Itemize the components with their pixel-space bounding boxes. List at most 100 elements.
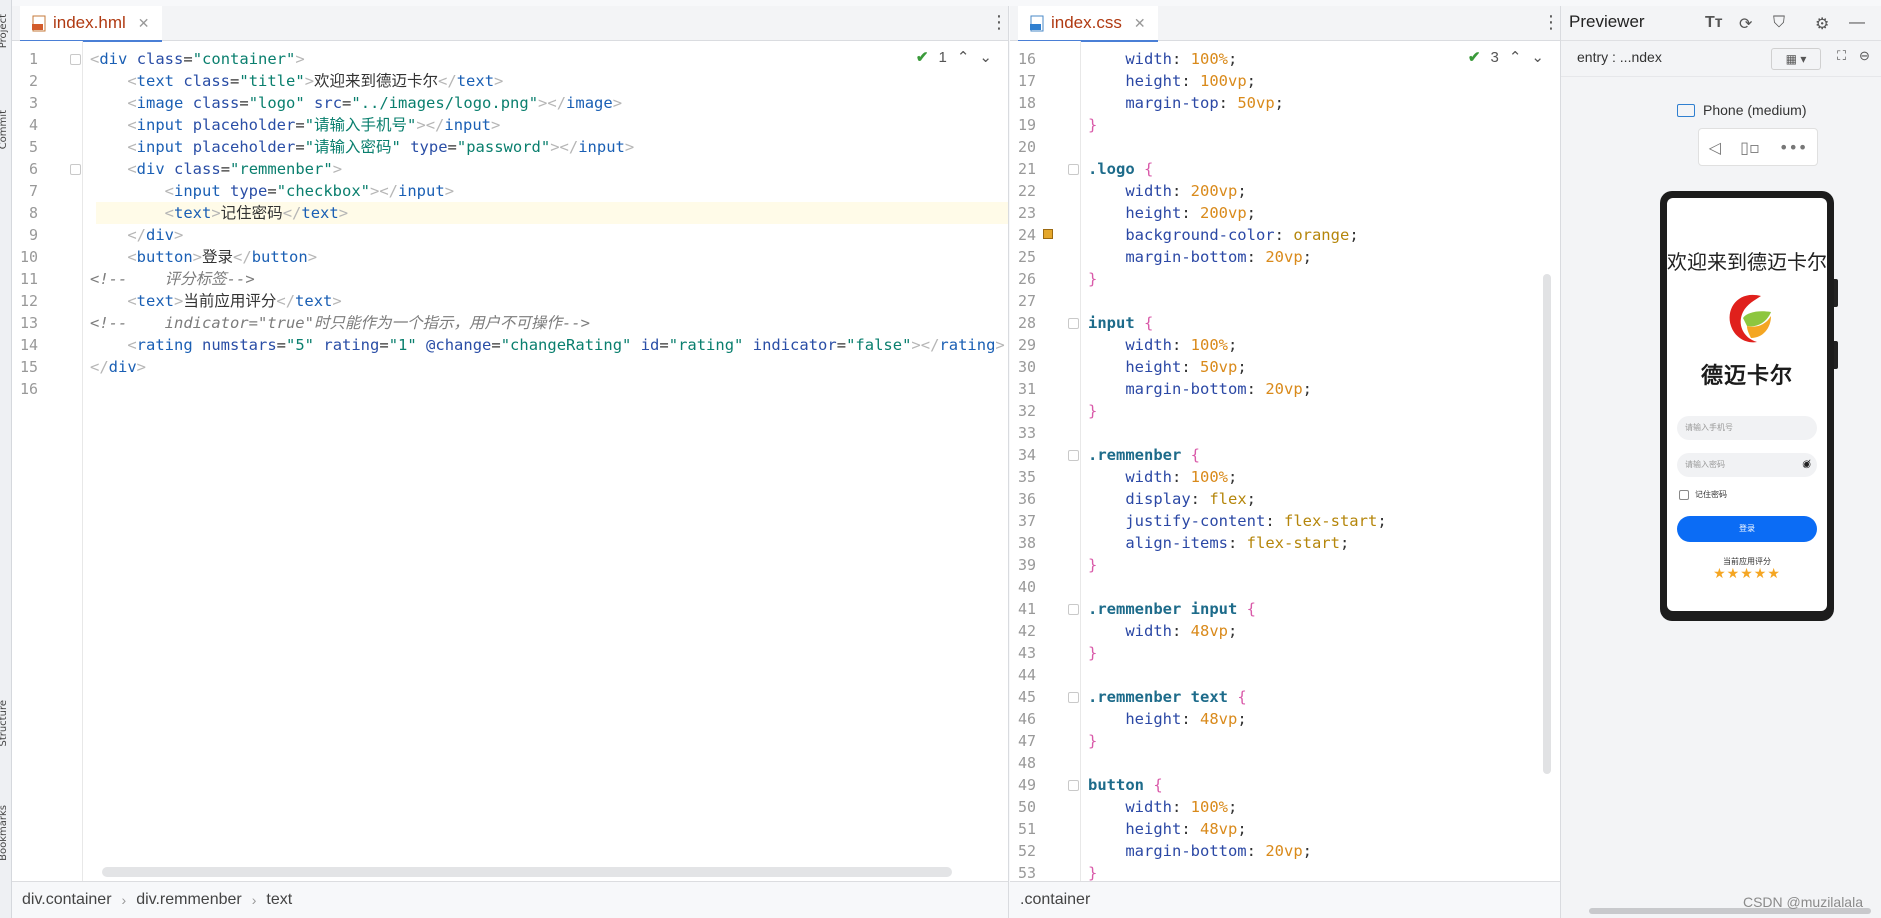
code-token: = <box>447 138 457 156</box>
more-icon[interactable]: ••• <box>1779 138 1807 157</box>
more-options-icon[interactable]: ⋮ <box>990 14 1008 32</box>
app-title: 欢迎来到德迈卡尔 <box>1667 250 1827 274</box>
chevron-down-icon[interactable]: ⌄ <box>979 48 992 66</box>
password-input[interactable]: 请输入密码 ◉̸ <box>1677 453 1817 477</box>
layout-dropdown[interactable]: ▦ ▾ <box>1771 48 1821 70</box>
inspector-icon[interactable]: ⛉ <box>1773 14 1785 32</box>
fold-toggle-icon[interactable] <box>70 54 81 65</box>
code-token: > <box>295 50 305 68</box>
line-number: 45 <box>1017 688 1036 706</box>
code-token: .remmenber text <box>1088 688 1228 706</box>
refresh-icon[interactable]: ⟳ <box>1739 14 1752 34</box>
fold-toggle-icon[interactable] <box>1068 780 1079 791</box>
code-token: input <box>578 138 625 156</box>
chevron-down-icon[interactable]: ⌄ <box>1531 48 1544 66</box>
fold-toggle-icon[interactable] <box>1068 318 1079 329</box>
rating-stars[interactable]: ★★★★★ <box>1667 566 1827 582</box>
login-button[interactable]: 登录 <box>1677 516 1817 542</box>
line-number: 35 <box>1017 468 1036 486</box>
fold-toggle-icon[interactable] <box>70 164 81 175</box>
line-number: 47 <box>1017 732 1036 750</box>
breadcrumb-item[interactable]: .container <box>1020 891 1090 909</box>
eye-off-icon[interactable]: ◉̸ <box>1802 453 1811 477</box>
phone-input[interactable]: 请输入手机号 <box>1677 416 1817 440</box>
font-size-icon[interactable]: Tт <box>1705 14 1723 32</box>
code-token: "false" <box>846 336 912 354</box>
more-options-icon[interactable]: ⋮ <box>1542 14 1560 32</box>
code-line: display: flex; <box>1088 488 1256 510</box>
code-line: margin-bottom: 20vp; <box>1088 378 1312 400</box>
previewer-panel: Previewer Tт ⟳ ⛉ ⚙ — entry : ...ndex ▦ ▾… <box>1561 6 1881 918</box>
fold-toggle-icon[interactable] <box>1068 604 1079 615</box>
line-number: 44 <box>1017 666 1036 684</box>
line-number: 22 <box>1017 182 1036 200</box>
breadcrumb-item[interactable]: div.remmenber <box>136 891 242 909</box>
watermark: CSDN @muzilalala <box>1742 894 1863 910</box>
line-number: 7 <box>28 182 38 200</box>
breadcrumb-item[interactable]: text <box>266 891 292 909</box>
code-token: : <box>1181 710 1200 728</box>
minimize-icon[interactable]: — <box>1849 14 1865 32</box>
tab-index-css[interactable]: index.css ✕ <box>1018 6 1158 42</box>
code-token: < <box>164 204 174 222</box>
line-number: 30 <box>1017 358 1036 376</box>
chevron-up-icon[interactable]: ⌃ <box>957 48 970 66</box>
back-triangle-icon[interactable]: ◁ <box>1709 138 1721 157</box>
inspection-widget[interactable]: ✔ 1 ⌃ ⌄ <box>916 48 992 67</box>
code-token: } <box>1088 270 1098 288</box>
code-token: width <box>1125 622 1172 640</box>
code-token: text <box>301 204 339 222</box>
fold-toggle-icon[interactable] <box>1068 692 1079 703</box>
code-token: "rating" <box>668 336 744 354</box>
breadcrumb: .container <box>1010 881 1560 918</box>
code-token: = <box>267 182 277 200</box>
code-token: ; <box>1228 798 1238 816</box>
tool-bookmarks-tab[interactable]: Bookmarks <box>0 805 9 861</box>
line-number: 12 <box>19 292 38 310</box>
tool-project-tab[interactable]: Project <box>0 14 9 48</box>
fold-toggle-icon[interactable] <box>1068 164 1079 175</box>
code-token: input <box>174 182 221 200</box>
code-line: height: 48vp; <box>1088 818 1246 840</box>
tool-structure-tab[interactable]: Structure <box>0 700 9 747</box>
entry-selector[interactable]: entry : ...ndex <box>1577 49 1662 65</box>
code-token: > <box>304 72 315 90</box>
zoom-icon[interactable]: ⊖ <box>1859 48 1870 64</box>
inspection-count: 1 <box>938 48 947 66</box>
fit-screen-icon[interactable]: ⛶ <box>1837 48 1846 64</box>
code-token: ; <box>1228 336 1238 354</box>
code-token: 100% <box>1190 468 1228 486</box>
code-token: text <box>174 204 212 222</box>
code-token: width <box>1125 798 1172 816</box>
vertical-scrollbar[interactable] <box>1543 274 1551 774</box>
horizontal-scrollbar[interactable] <box>102 867 952 877</box>
fold-toggle-icon[interactable] <box>1068 450 1079 461</box>
close-tab-icon[interactable]: ✕ <box>1134 15 1146 32</box>
code-line: } <box>1088 554 1097 576</box>
gear-icon[interactable]: ⚙ <box>1815 14 1829 34</box>
code-token: ; <box>1246 72 1257 90</box>
remember-checkbox[interactable] <box>1679 489 1689 500</box>
code-token: : <box>1246 380 1266 398</box>
code-token: = <box>295 116 305 134</box>
line-number: 37 <box>1017 512 1036 530</box>
inspection-widget[interactable]: ✔ 3 ⌃ ⌄ <box>1468 48 1544 67</box>
breadcrumb-item[interactable]: div.container <box>22 891 112 909</box>
line-number: 52 <box>1017 842 1036 860</box>
code-line: height: 100vp; <box>1088 70 1256 92</box>
code-token: image <box>566 94 613 112</box>
close-tab-icon[interactable]: ✕ <box>138 15 150 32</box>
chevron-up-icon[interactable]: ⌃ <box>1509 48 1522 66</box>
code-token: 48vp <box>1190 622 1228 640</box>
line-number: 24 <box>1017 226 1036 244</box>
code-line: button { <box>1088 774 1163 796</box>
tool-commit-tab[interactable]: Commit <box>0 110 9 149</box>
rotate-icon[interactable]: ▯▫ <box>1740 138 1760 157</box>
tab-index-hml[interactable]: index.hml ✕ <box>20 6 162 42</box>
code-token: type <box>410 138 448 156</box>
